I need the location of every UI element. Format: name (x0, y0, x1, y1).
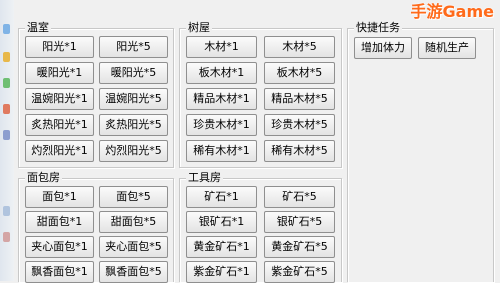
rare-wood-5-button[interactable]: 稀有木材*5 (264, 140, 335, 162)
ore-1-button[interactable]: 矿石*1 (186, 186, 257, 208)
fragrant-bread-5-button[interactable]: 飘香面包*5 (99, 261, 168, 283)
rare-wood-1-button[interactable]: 稀有木材*1 (186, 140, 257, 162)
strip-icon (3, 78, 10, 88)
precious-wood-5-button[interactable]: 珍贵木材*5 (264, 114, 335, 136)
filled-bread-5-button[interactable]: 夹心面包*5 (99, 236, 168, 258)
fine-wood-1-button[interactable]: 精品木材*1 (186, 88, 257, 110)
blazing-sunlight-1-button[interactable]: 灼烈阳光*1 (25, 140, 94, 162)
ore-5-button[interactable]: 矿石*5 (264, 186, 335, 208)
gold-ore-5-button[interactable]: 黄金矿石*5 (264, 236, 335, 258)
sweet-bread-5-button[interactable]: 甜面包*5 (99, 211, 168, 233)
bakery-group: 面包房 面包*1 面包*5 甜面包*1 甜面包*5 夹心面包*1 夹心面包*5 … (18, 171, 174, 283)
strip-icon (3, 24, 10, 34)
treehouse-group-title: 树屋 (186, 21, 212, 35)
bread-5-button[interactable]: 面包*5 (99, 186, 168, 208)
greenhouse-group: 温室 阳光*1 阳光*5 暖阳光*1 暖阳光*5 温婉阳光*1 温婉阳光*5 炙… (18, 21, 174, 168)
left-edge-strip (0, 0, 14, 281)
plank-wood-5-button[interactable]: 板木材*5 (264, 62, 335, 84)
warm-sunlight-1-button[interactable]: 暖阳光*1 (25, 62, 94, 84)
sunlight-1-button[interactable]: 阳光*1 (25, 36, 94, 58)
fragrant-bread-1-button[interactable]: 飘香面包*1 (25, 261, 94, 283)
random-produce-button[interactable]: 随机生产 (418, 37, 476, 59)
plank-wood-1-button[interactable]: 板木材*1 (186, 62, 257, 84)
sweet-bread-1-button[interactable]: 甜面包*1 (25, 211, 94, 233)
strip-icon (3, 206, 10, 216)
treehouse-group: 树屋 木材*1 木材*5 板木材*1 板木材*5 精品木材*1 精品木材*5 珍… (179, 21, 342, 168)
silver-ore-1-button[interactable]: 银矿石*1 (186, 211, 257, 233)
strip-icon (3, 52, 10, 62)
greenhouse-group-title: 温室 (25, 21, 51, 35)
add-stamina-button[interactable]: 增加体力 (354, 37, 412, 59)
toolhouse-group-title: 工具房 (186, 171, 223, 185)
hot-sunlight-5-button[interactable]: 炙热阳光*5 (99, 114, 168, 136)
gold-ore-1-button[interactable]: 黄金矿石*1 (186, 236, 257, 258)
filled-bread-1-button[interactable]: 夹心面包*1 (25, 236, 94, 258)
blazing-sunlight-5-button[interactable]: 灼烈阳光*5 (99, 140, 168, 162)
bread-1-button[interactable]: 面包*1 (25, 186, 94, 208)
hot-sunlight-1-button[interactable]: 炙热阳光*1 (25, 114, 94, 136)
warm-sunlight-5-button[interactable]: 暖阳光*5 (99, 62, 168, 84)
gentle-sunlight-1-button[interactable]: 温婉阳光*1 (25, 88, 94, 110)
purple-gold-ore-5-button[interactable]: 紫金矿石*5 (264, 261, 335, 283)
wood-1-button[interactable]: 木材*1 (186, 36, 257, 58)
fine-wood-5-button[interactable]: 精品木材*5 (264, 88, 335, 110)
wood-5-button[interactable]: 木材*5 (264, 36, 335, 58)
precious-wood-1-button[interactable]: 珍贵木材*1 (186, 114, 257, 136)
toolhouse-group: 工具房 矿石*1 矿石*5 银矿石*1 银矿石*5 黄金矿石*1 黄金矿石*5 … (179, 171, 342, 283)
quick-tasks-group: 快捷任务 增加体力 随机生产 (347, 21, 494, 282)
strip-icon (3, 104, 10, 114)
bakery-group-title: 面包房 (25, 171, 62, 185)
purple-gold-ore-1-button[interactable]: 紫金矿石*1 (186, 261, 257, 283)
silver-ore-5-button[interactable]: 银矿石*5 (264, 211, 335, 233)
gentle-sunlight-5-button[interactable]: 温婉阳光*5 (99, 88, 168, 110)
site-watermark-logo: 手游Game (410, 2, 494, 21)
strip-icon (3, 130, 10, 140)
sunlight-5-button[interactable]: 阳光*5 (99, 36, 168, 58)
quick-tasks-group-title: 快捷任务 (354, 21, 402, 35)
strip-icon (3, 232, 10, 242)
